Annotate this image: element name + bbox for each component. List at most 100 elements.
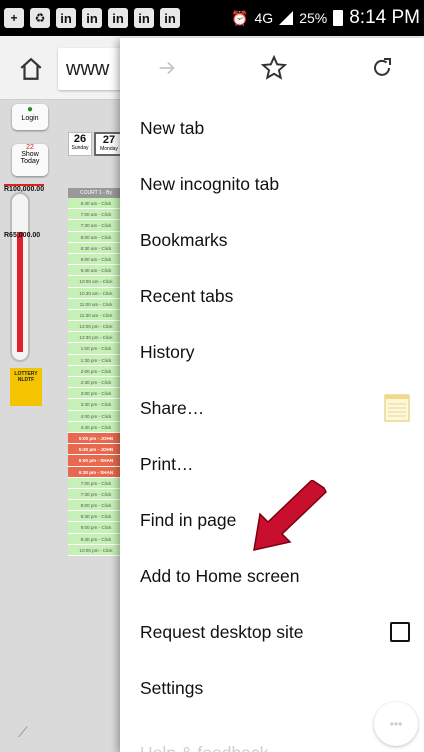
- linkedin-icon: in: [82, 8, 102, 28]
- url-text: www: [66, 58, 110, 80]
- court-schedule: COURT 1 - By 6:30 am - Click 7:00 am - Cl…: [68, 188, 124, 556]
- day-card[interactable]: 26 Sunday: [68, 132, 92, 156]
- menu-item-label: New incognito tab: [140, 173, 280, 194]
- clock: 8:14 PM: [349, 7, 420, 28]
- time-slot[interactable]: 5:30 pm - JOHN: [68, 444, 124, 456]
- menu-item-label: Settings: [140, 677, 204, 698]
- time-slot[interactable]: 3:00 pm - Click: [68, 388, 124, 400]
- user-icon: ●: [26, 104, 34, 115]
- status-right: ⏰ 4G 25% 8:14 PM: [231, 0, 420, 36]
- notification-icons: + ♻ in in in in in: [0, 8, 180, 28]
- time-slot[interactable]: 6:30 pm - SHAN: [68, 466, 124, 478]
- menu-item-settings[interactable]: Settings: [140, 660, 410, 716]
- battery-icon: [333, 10, 344, 26]
- time-slot[interactable]: 11:30 am - Click: [68, 309, 124, 322]
- time-slot[interactable]: 8:30 pm - Click: [68, 511, 124, 523]
- time-slot[interactable]: 1:30 pm - Click: [68, 354, 124, 366]
- star-icon[interactable]: [261, 55, 287, 81]
- alarm-icon: ⏰: [231, 9, 249, 26]
- network-label: 4G: [254, 10, 274, 26]
- signal-icon: [279, 11, 294, 25]
- reload-icon[interactable]: [370, 56, 394, 80]
- slot-list: 6:30 am - Click 7:00 am - Click 7:30 am - …: [68, 198, 124, 556]
- menu-item-request-desktop-site[interactable]: Request desktop site: [140, 604, 410, 660]
- money-high: R100,000.00: [4, 184, 45, 193]
- time-slot[interactable]: 7:30 am - Click: [68, 220, 124, 232]
- money-low: R65,000.00: [4, 232, 41, 239]
- time-slot[interactable]: 7:30 pm - Click: [68, 488, 124, 501]
- menu-item-history[interactable]: History: [140, 324, 410, 380]
- time-slot[interactable]: 7:00 am - Click: [68, 209, 124, 221]
- show-today-button[interactable]: 22 Show Today: [12, 144, 48, 176]
- time-slot[interactable]: 4:30 pm - Click: [68, 421, 124, 433]
- time-slot[interactable]: 2:30 pm - Click: [68, 377, 124, 389]
- corner-logo-icon: ⟋: [18, 724, 28, 740]
- plus-square-icon: +: [4, 8, 24, 28]
- time-slot[interactable]: 10:00 pm - Click: [68, 544, 124, 556]
- menu-item-help-feedback[interactable]: Help & feedback: [140, 720, 410, 752]
- time-slot[interactable]: 9:30 pm - Click: [68, 533, 124, 545]
- request-desktop-checkbox[interactable]: [390, 622, 410, 642]
- login-button[interactable]: ● Login: [12, 104, 48, 130]
- day-num: 27: [102, 134, 116, 146]
- calendar-icon: 22: [26, 144, 34, 151]
- notepad-icon[interactable]: [384, 393, 410, 423]
- menu-item-label: New tab: [140, 117, 205, 138]
- time-slot[interactable]: 6:30 am - Click: [68, 198, 124, 210]
- menu-item-new-tab[interactable]: New tab: [140, 100, 410, 156]
- menu-item-label: Share…: [140, 397, 205, 418]
- battery-label: 25%: [299, 10, 328, 26]
- menu-item-label: Help & feedback: [140, 743, 410, 752]
- overflow-menu: New tab New incognito tab Bookmarks Rece…: [120, 38, 424, 752]
- linkedin-icon: in: [134, 8, 154, 28]
- time-slot[interactable]: 1:00 pm - Click: [68, 343, 124, 355]
- time-slot[interactable]: 11:00 am - Click: [68, 298, 124, 310]
- floating-more-button[interactable]: •••: [374, 702, 418, 746]
- menu-item-share[interactable]: Share…: [140, 380, 410, 436]
- day-label: Sunday: [71, 145, 89, 151]
- time-slot[interactable]: 2:00 pm - Click: [68, 365, 124, 377]
- login-label: Login: [21, 115, 39, 122]
- menu-item-bookmarks[interactable]: Bookmarks: [140, 212, 410, 268]
- show-today-label: Show Today: [20, 151, 40, 165]
- time-slot[interactable]: 8:00 am - Click: [68, 231, 124, 243]
- time-slot[interactable]: 8:00 pm - Click: [68, 500, 124, 512]
- time-slot[interactable]: 10:30 am - Click: [68, 287, 124, 299]
- linkedin-icon: in: [56, 8, 76, 28]
- time-slot[interactable]: 4:00 pm - Click: [68, 410, 124, 422]
- lotto-text: LOTTERY NLDTF: [14, 371, 38, 383]
- time-slot[interactable]: 8:30 am - Click: [68, 242, 124, 254]
- time-slot[interactable]: 5:00 pm - JOHN: [68, 432, 124, 445]
- progress-gauge: [10, 192, 30, 362]
- menu-action-row: [120, 38, 424, 98]
- home-icon[interactable]: [18, 56, 44, 82]
- menu-item-label: Recent tabs: [140, 285, 234, 306]
- menu-item-label: Add to Home screen: [140, 565, 300, 586]
- more-dots-icon: •••: [389, 717, 403, 731]
- time-slot[interactable]: 12:00 pm - Click: [68, 321, 124, 333]
- menu-item-label: Request desktop site: [140, 621, 304, 642]
- gauge-fill: [17, 232, 23, 352]
- time-slot[interactable]: 12:30 pm - Click: [68, 332, 124, 344]
- linkedin-icon: in: [160, 8, 180, 28]
- time-slot[interactable]: 6:00 pm - SHAN: [68, 455, 124, 467]
- recycle-icon: ♻: [30, 8, 50, 28]
- annotation-arrow-icon: [253, 480, 327, 551]
- time-slot[interactable]: 9:00 pm - Click: [68, 522, 124, 534]
- day-label: Monday: [100, 146, 118, 152]
- time-slot[interactable]: 3:30 pm - Click: [68, 399, 124, 411]
- court-header: COURT 1 - By: [68, 188, 124, 198]
- menu-item-label: Print…: [140, 453, 194, 474]
- menu-item-new-incognito-tab[interactable]: New incognito tab: [140, 156, 410, 212]
- time-slot[interactable]: 7:00 pm - Click: [68, 477, 124, 489]
- time-slot[interactable]: 9:00 am - Click: [68, 253, 124, 266]
- time-slot[interactable]: 9:30 am - Click: [68, 265, 124, 277]
- time-slot[interactable]: 10:00 am - Click: [68, 276, 124, 288]
- menu-item-label: History: [140, 341, 195, 362]
- menu-item-recent-tabs[interactable]: Recent tabs: [140, 268, 410, 324]
- status-bar: + ♻ in in in in in ⏰ 4G 25% 8:14 PM: [0, 0, 424, 36]
- forward-arrow-icon[interactable]: [156, 57, 178, 79]
- left-panel: ● Login 22 Show Today R100,000.00 R65,00…: [4, 100, 60, 740]
- day-num: 26: [73, 133, 87, 145]
- menu-item-label: Bookmarks: [140, 229, 228, 250]
